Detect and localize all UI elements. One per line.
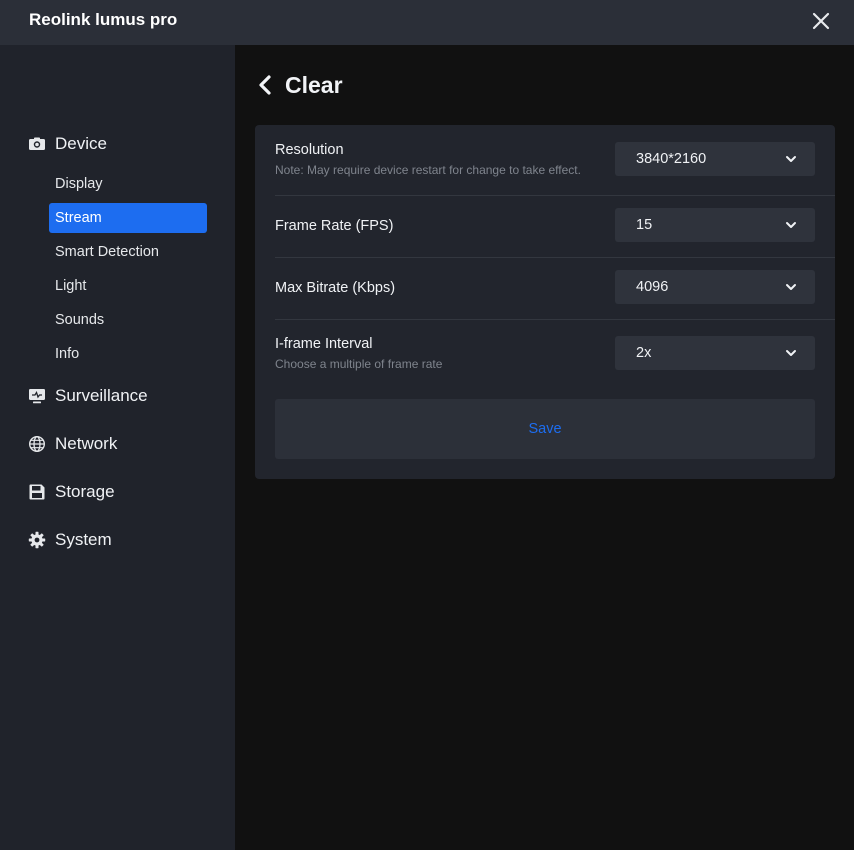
sidebar-item-sounds[interactable]: Sounds	[49, 305, 207, 335]
max-bitrate-select[interactable]: 4096	[615, 270, 815, 304]
row-divider	[275, 257, 835, 258]
sidebar-section-label: Storage	[55, 482, 115, 501]
sidebar-item-info[interactable]: Info	[49, 339, 207, 369]
page-header: Clear	[256, 70, 343, 100]
sidebar-section-label: Surveillance	[55, 386, 148, 405]
sidebar-section-label: Network	[55, 434, 118, 453]
sidebar-item-stream[interactable]: Stream	[49, 203, 207, 233]
gear-icon	[28, 531, 46, 549]
chevron-down-icon	[785, 281, 797, 293]
chevron-down-icon	[785, 153, 797, 165]
frame-rate-value: 15	[636, 217, 653, 233]
sidebar-section-label: System	[55, 530, 112, 549]
floppy-disk-icon	[28, 483, 46, 501]
frame-rate-select[interactable]: 15	[615, 208, 815, 242]
resolution-note: Note: May require device restart for cha…	[275, 163, 581, 177]
chevron-down-icon	[785, 347, 797, 359]
title-bar: Reolink lumus pro	[0, 0, 854, 45]
iframe-interval-note: Choose a multiple of frame rate	[275, 357, 443, 371]
row-divider	[275, 319, 835, 320]
close-icon	[812, 12, 830, 30]
close-button[interactable]	[808, 8, 834, 34]
save-button[interactable]: Save	[275, 399, 815, 459]
row-divider	[275, 195, 835, 196]
sidebar-item-display[interactable]: Display	[49, 169, 207, 199]
sidebar: Device Display Stream Smart Detection Li…	[0, 45, 235, 850]
sidebar-section-surveillance[interactable]: Surveillance	[28, 384, 148, 408]
sidebar-section-device[interactable]: Device	[28, 132, 107, 156]
globe-icon	[28, 435, 46, 453]
sidebar-section-label: Device	[55, 134, 107, 153]
sidebar-item-light[interactable]: Light	[49, 271, 207, 301]
resolution-value: 3840*2160	[636, 151, 707, 167]
sidebar-section-storage[interactable]: Storage	[28, 480, 115, 504]
stream-settings-card: Resolution Note: May require device rest…	[255, 125, 835, 479]
iframe-interval-value: 2x	[636, 345, 652, 361]
frame-rate-label: Frame Rate (FPS)	[275, 218, 394, 234]
back-arrow-icon[interactable]	[256, 73, 274, 97]
page-title: Clear	[285, 71, 343, 98]
sidebar-section-network[interactable]: Network	[28, 432, 117, 456]
app-title: Reolink lumus pro	[29, 10, 178, 29]
chevron-down-icon	[785, 219, 797, 231]
monitor-icon	[28, 387, 46, 405]
resolution-label: Resolution	[275, 142, 344, 158]
sidebar-section-system[interactable]: System	[28, 528, 112, 552]
resolution-select[interactable]: 3840*2160	[615, 142, 815, 176]
max-bitrate-label: Max Bitrate (Kbps)	[275, 280, 396, 296]
camera-icon	[28, 135, 46, 153]
iframe-interval-label: I-frame Interval	[275, 336, 373, 352]
sidebar-item-smart-detection[interactable]: Smart Detection	[49, 237, 207, 267]
max-bitrate-value: 4096	[636, 279, 669, 295]
iframe-interval-select[interactable]: 2x	[615, 336, 815, 370]
